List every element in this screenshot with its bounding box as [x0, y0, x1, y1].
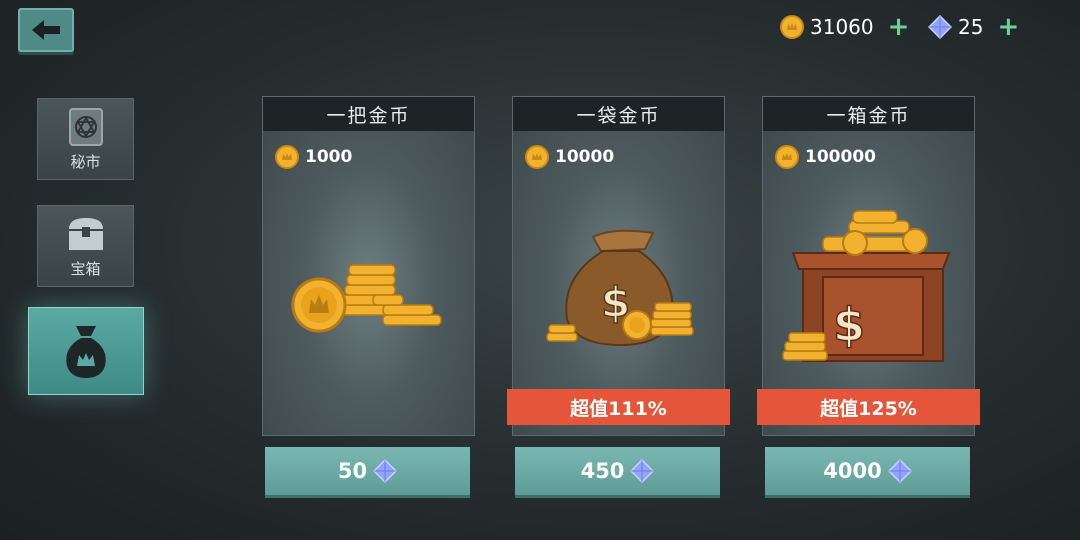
buy-button[interactable]: 4000	[765, 447, 970, 498]
price-value: 4000	[823, 459, 882, 483]
coin-icon	[275, 145, 299, 169]
buy-button[interactable]: 450	[515, 447, 720, 498]
offer-card[interactable]: 一箱金币 100000 $ 超值125%	[757, 96, 980, 436]
back-button[interactable]	[18, 8, 74, 52]
coin-balance: 31060 +	[780, 14, 909, 40]
offer-card[interactable]: 一袋金币 10000 $ 超值111%	[507, 96, 730, 436]
coin-icon	[525, 145, 549, 169]
gem-icon	[630, 459, 655, 483]
coin-icon	[775, 145, 799, 169]
buy-button[interactable]: 50	[265, 447, 470, 498]
chest-icon	[64, 212, 108, 256]
gem-icon	[373, 459, 398, 483]
price-value: 50	[337, 459, 368, 483]
money-bag-icon	[66, 326, 106, 378]
offer-title: 一箱金币	[763, 97, 974, 131]
sidebar-item-label: 秘市	[70, 153, 101, 171]
offer-amount: 1000	[275, 145, 352, 169]
gem-balance: 25 +	[928, 14, 1019, 40]
sidebar-item-label: 宝箱	[70, 260, 101, 278]
arrow-left-icon	[32, 20, 60, 40]
offer-title: 一把金币	[263, 97, 474, 131]
coin-pile-icon	[291, 264, 442, 333]
hexagram-book-icon	[64, 105, 108, 149]
value-badge: 超值111%	[507, 389, 730, 425]
sidebar-item-secret-market[interactable]: 秘市	[37, 98, 134, 180]
treasure-crate-icon: $	[782, 210, 951, 362]
price-value: 450	[580, 459, 625, 483]
coin-balance-value: 31060	[810, 15, 874, 39]
gem-icon	[887, 459, 912, 483]
gem-balance-value: 25	[958, 15, 984, 39]
add-gems-button[interactable]: +	[997, 14, 1019, 40]
offer-amount: 100000	[775, 145, 876, 169]
offer-amount: 10000	[525, 145, 614, 169]
offer-card[interactable]: 一把金币 1000	[262, 96, 475, 436]
money-bag-icon: $	[546, 229, 694, 347]
sidebar-item-coins[interactable]	[28, 307, 144, 395]
offer-title: 一袋金币	[513, 97, 724, 131]
offer-amount-value: 100000	[805, 147, 876, 167]
gem-icon	[928, 15, 952, 39]
offer-amount-value: 10000	[555, 147, 615, 167]
add-coins-button[interactable]: +	[888, 14, 910, 40]
value-badge: 超值125%	[757, 389, 980, 425]
offer-amount-value: 1000	[305, 147, 353, 167]
coin-icon	[780, 15, 804, 39]
sidebar-item-chest[interactable]: 宝箱	[37, 205, 134, 287]
svg-text:$: $	[833, 298, 865, 352]
